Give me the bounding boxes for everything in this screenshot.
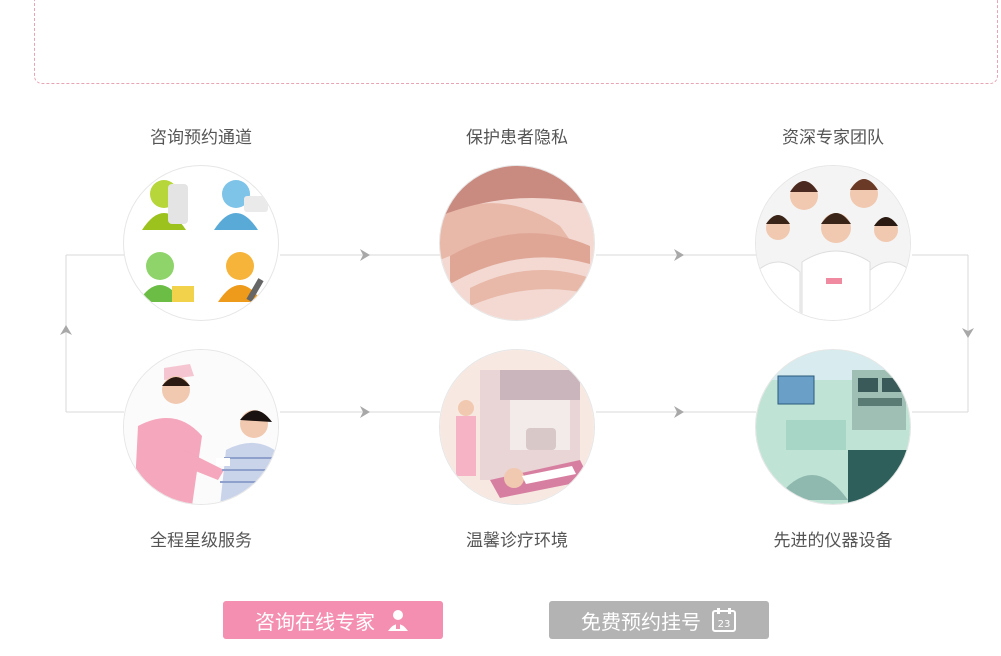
feature-label-experts: 资深专家团队: [782, 128, 884, 148]
book-appointment-label: 免费预约挂号: [581, 609, 701, 634]
calendar-day: 23: [718, 619, 731, 630]
consult-expert-button[interactable]: 咨询在线专家: [223, 601, 443, 639]
doctor-icon: [388, 610, 408, 631]
feature-label-environment: 温馨诊疗环境: [466, 531, 568, 551]
calendar-icon: 23: [712, 608, 736, 632]
flow-connectors: [60, 249, 974, 418]
nurse-patient-icon: [123, 349, 279, 505]
feature-label-service: 全程星级服务: [150, 531, 252, 551]
chat-people-icon: [123, 165, 279, 321]
doctors-team-icon: [755, 165, 911, 321]
feature-label-consult: 咨询预约通道: [150, 128, 252, 148]
hands-icon: [439, 165, 595, 321]
book-appointment-button[interactable]: 免费预约挂号 23: [549, 601, 769, 639]
medical-equipment-icon: [755, 349, 911, 505]
feature-label-equipment: 先进的仪器设备: [773, 531, 893, 551]
consult-expert-label: 咨询在线专家: [255, 609, 375, 634]
treatment-room-icon: [439, 349, 595, 505]
feature-label-privacy: 保护患者隐私: [466, 128, 568, 148]
